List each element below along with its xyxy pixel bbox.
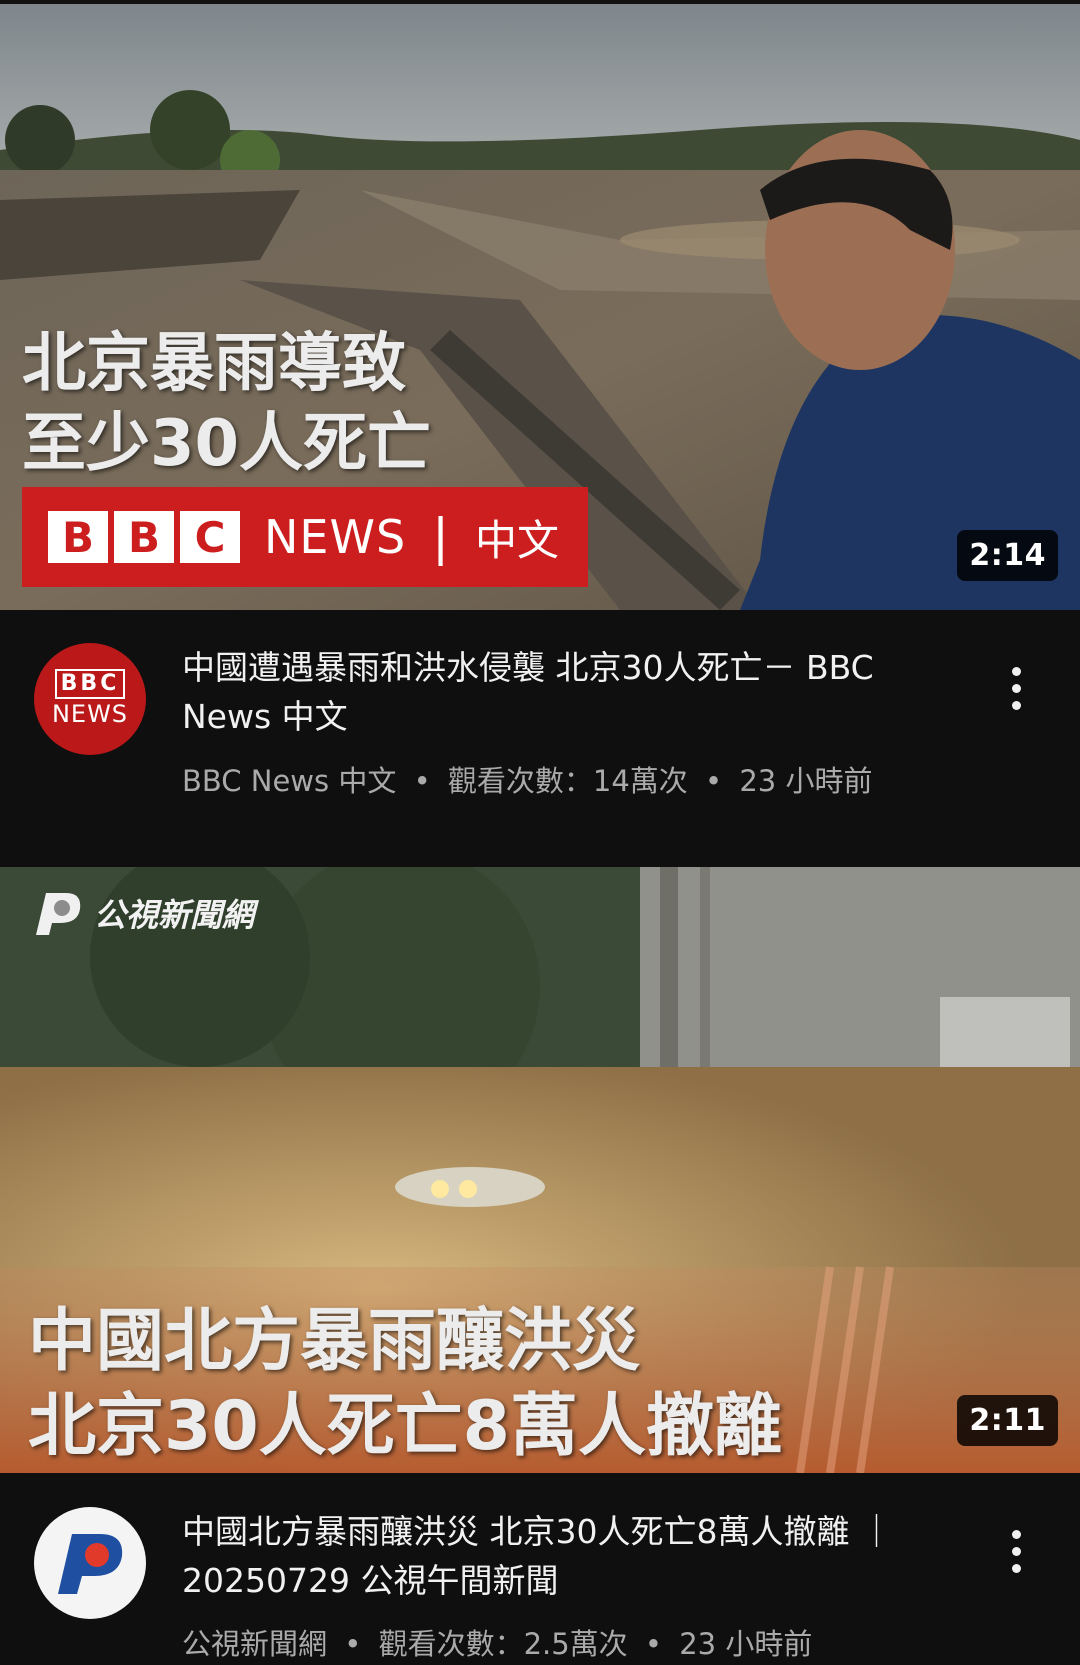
dot [1011, 700, 1021, 710]
channel-avatar[interactable] [34, 1507, 146, 1619]
thumbnail-headline-line-1: 北京暴雨導致 [22, 327, 406, 401]
view-count: 觀看次數：2.5萬次 [378, 1627, 628, 1661]
video-card[interactable]: 北京暴雨導致 至少30人死亡 B B C NEWS | 中文 2:14 BBC … [0, 0, 1080, 810]
bbc-blocks: B B C [48, 511, 240, 563]
dot [1011, 683, 1021, 693]
dot [1011, 1529, 1021, 1539]
bbc-news-banner: B B C NEWS | 中文 [22, 487, 588, 587]
upload-age: 23 小時前 [679, 1627, 813, 1661]
pts-logo-text: 公視新聞網 [94, 896, 255, 934]
video-card[interactable]: 公視新聞網 中國北方暴雨釀洪災 北京30人死亡8萬人撤離 2:11 中國北方暴雨… [0, 867, 1080, 1665]
bbc-letter-b2: B [114, 511, 174, 563]
thumbnail-headline-line-2: 至少30人死亡 [22, 407, 432, 481]
bbc-letter-b1: B [48, 511, 108, 563]
more-options-icon[interactable] [996, 1521, 1036, 1581]
pts-logo: 公視新聞網 [30, 889, 254, 937]
bbc-news-word: NEWS [264, 510, 407, 564]
video-title[interactable]: 中國北方暴雨釀洪災 北京30人死亡8萬人撤離 ｜20250729 公視午間新聞 [182, 1507, 902, 1605]
video-title[interactable]: 中國遭遇暴雨和洪水侵襲 北京30人死亡－ BBC News 中文 [182, 643, 902, 741]
video-thumbnail[interactable]: 北京暴雨導致 至少30人死亡 B B C NEWS | 中文 2:14 [0, 0, 1080, 610]
upload-age: 23 小時前 [739, 764, 873, 798]
meta-separator: • [644, 1627, 663, 1661]
meta-separator: • [344, 1627, 362, 1661]
bbc-separator: | [432, 508, 450, 566]
duration-badge: 2:11 [957, 1395, 1058, 1446]
channel-name[interactable]: 公視新聞網 [182, 1627, 327, 1661]
dot [1011, 1563, 1021, 1573]
dot [1011, 666, 1021, 676]
meta-separator: • [705, 764, 723, 798]
bbc-lang: 中文 [475, 515, 560, 565]
duration-badge: 2:14 [957, 530, 1058, 581]
pts-avatar-logo-icon [58, 1534, 123, 1594]
video-thumbnail[interactable]: 公視新聞網 中國北方暴雨釀洪災 北京30人死亡8萬人撤離 2:11 [0, 867, 1080, 1473]
channel-avatar[interactable]: BBC NEWS [34, 643, 146, 755]
view-count: 觀看次數：14萬次 [447, 764, 688, 798]
dot [1011, 1546, 1021, 1556]
video-meta: 公視新聞網 • 觀看次數：2.5萬次 • 23 小時前 [182, 1621, 812, 1663]
avatar-news-text: NEWS [51, 700, 129, 728]
channel-name[interactable]: BBC News 中文 [182, 764, 396, 798]
more-options-icon[interactable] [996, 658, 1036, 718]
pts-logo-icon [36, 893, 81, 935]
video-meta: BBC News 中文 • 觀看次數：14萬次 • 23 小時前 [182, 758, 872, 800]
meta-separator: • [413, 764, 431, 798]
thumbnail-headline-line-2: 北京30人死亡8萬人撤離 [28, 1387, 782, 1466]
bbc-letter-c: C [180, 511, 240, 563]
avatar-bbc-text: BBC [54, 669, 126, 699]
